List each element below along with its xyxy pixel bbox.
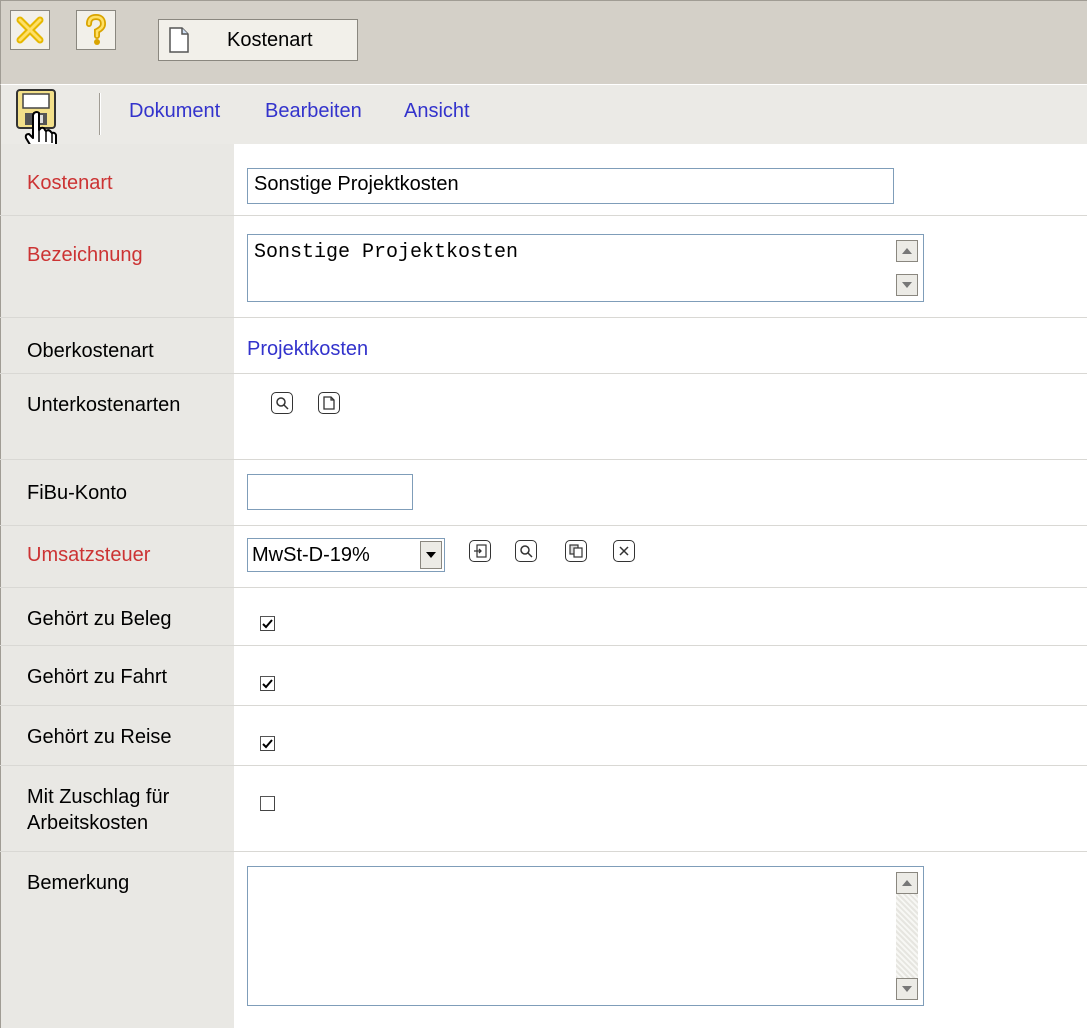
value-unterkostenarten [247, 374, 1087, 459]
new-document-icon [323, 396, 335, 410]
row-oberkostenart: Oberkostenart Projektkosten [0, 318, 1087, 374]
oberkostenart-link[interactable]: Projektkosten [247, 338, 368, 361]
row-beleg: Gehört zu Beleg [0, 588, 1087, 646]
bemerkung-textarea[interactable] [247, 866, 924, 1006]
fibu-input[interactable] [247, 474, 413, 510]
document-icon [159, 20, 199, 60]
clear-umsatzsteuer-button[interactable] [613, 540, 635, 562]
search-umsatzsteuer-button[interactable] [515, 540, 537, 562]
zuschlag-checkbox[interactable] [260, 796, 275, 811]
row-bemerkung: Bemerkung [0, 852, 1087, 1028]
label-reise: Gehört zu Reise [0, 706, 234, 765]
title-bar: Kostenart [0, 0, 1087, 84]
value-fibu [247, 460, 1087, 525]
dropdown-button[interactable] [420, 541, 442, 569]
row-umsatzsteuer: Umsatzsteuer MwSt-D-19% [0, 526, 1087, 588]
label-zuschlag: Mit Zuschlag für Arbeitskosten [0, 766, 234, 851]
arrow-up-icon [902, 880, 912, 886]
label-zuschlag-line1: Mit Zuschlag für [27, 786, 170, 808]
bezeichnung-text: Sonstige Projektkosten [254, 241, 519, 264]
scroll-up-button[interactable] [896, 240, 918, 262]
bezeichnung-scrollbar[interactable] [896, 240, 918, 296]
scroll-down-button[interactable] [896, 274, 918, 296]
umsatzsteuer-select[interactable]: MwSt-D-19% [247, 538, 445, 572]
label-beleg: Gehört zu Beleg [0, 588, 234, 645]
row-reise: Gehört zu Reise [0, 706, 1087, 766]
value-reise [247, 706, 1087, 765]
copy-icon [569, 544, 583, 558]
value-bezeichnung: Sonstige Projektkosten [247, 216, 1087, 317]
search-icon [276, 397, 289, 410]
close-button[interactable] [10, 10, 50, 50]
toolbar: Dokument Bearbeiten Ansicht [0, 84, 1087, 144]
scroll-down-button[interactable] [896, 978, 918, 1000]
label-umsatzsteuer: Umsatzsteuer [0, 526, 234, 587]
row-fibu: FiBu-Konto [0, 460, 1087, 526]
value-bemerkung [247, 852, 1087, 1028]
toolbar-separator [99, 93, 101, 135]
checkmark-icon [262, 678, 273, 688]
menu-ansicht[interactable]: Ansicht [404, 100, 470, 123]
label-zuschlag-line2: Arbeitskosten [27, 812, 149, 834]
new-unterkostenart-button[interactable] [318, 392, 340, 414]
copy-umsatzsteuer-button[interactable] [565, 540, 587, 562]
checkmark-icon [262, 618, 273, 628]
row-unterkostenarten: Unterkostenarten [0, 374, 1087, 460]
close-x-icon [16, 16, 44, 44]
row-zuschlag: Mit Zuschlag für Arbeitskosten [0, 766, 1087, 852]
row-kostenart: Kostenart Sonstige Projektkosten [0, 144, 1087, 216]
value-umsatzsteuer: MwSt-D-19% [247, 526, 1087, 587]
search-icon [520, 545, 533, 558]
reise-checkbox[interactable] [260, 736, 275, 751]
label-oberkostenart: Oberkostenart [0, 318, 234, 373]
search-unterkostenarten-button[interactable] [271, 392, 293, 414]
menu-bearbeiten[interactable]: Bearbeiten [265, 100, 362, 123]
select-umsatzsteuer-button[interactable] [469, 540, 491, 562]
clear-x-icon [619, 546, 629, 556]
umsatzsteuer-selected: MwSt-D-19% [252, 544, 370, 566]
scroll-up-button[interactable] [896, 872, 918, 894]
chevron-down-icon [426, 552, 436, 558]
checkmark-icon [262, 738, 273, 748]
row-fahrt: Gehört zu Fahrt [0, 646, 1087, 706]
label-kostenart: Kostenart [0, 144, 234, 215]
value-beleg [247, 588, 1087, 645]
value-kostenart: Sonstige Projektkosten [247, 144, 1087, 215]
help-question-icon [86, 14, 107, 45]
bezeichnung-textarea[interactable]: Sonstige Projektkosten [247, 234, 924, 302]
tab-label: Kostenart [227, 28, 313, 51]
bemerkung-scrollbar[interactable] [896, 872, 918, 1000]
scroll-track[interactable] [896, 894, 918, 978]
beleg-checkbox[interactable] [260, 616, 275, 631]
arrow-up-icon [902, 248, 912, 254]
arrow-down-icon [902, 282, 912, 288]
menu-dokument[interactable]: Dokument [129, 100, 220, 123]
label-bemerkung: Bemerkung [0, 852, 234, 1028]
kostenart-input[interactable]: Sonstige Projektkosten [247, 168, 894, 204]
select-into-icon [474, 544, 487, 558]
arrow-down-icon [902, 986, 912, 992]
label-bezeichnung: Bezeichnung [0, 216, 234, 317]
fahrt-checkbox[interactable] [260, 676, 275, 691]
label-unterkostenarten: Unterkostenarten [0, 374, 234, 459]
tab-kostenart[interactable]: Kostenart [158, 19, 358, 61]
help-button[interactable] [76, 10, 116, 50]
value-zuschlag [247, 766, 1087, 851]
label-fahrt: Gehört zu Fahrt [0, 646, 234, 705]
label-fibu: FiBu-Konto [0, 460, 234, 525]
value-oberkostenart: Projektkosten [247, 318, 1087, 373]
value-fahrt [247, 646, 1087, 705]
row-bezeichnung: Bezeichnung Sonstige Projektkosten [0, 216, 1087, 318]
